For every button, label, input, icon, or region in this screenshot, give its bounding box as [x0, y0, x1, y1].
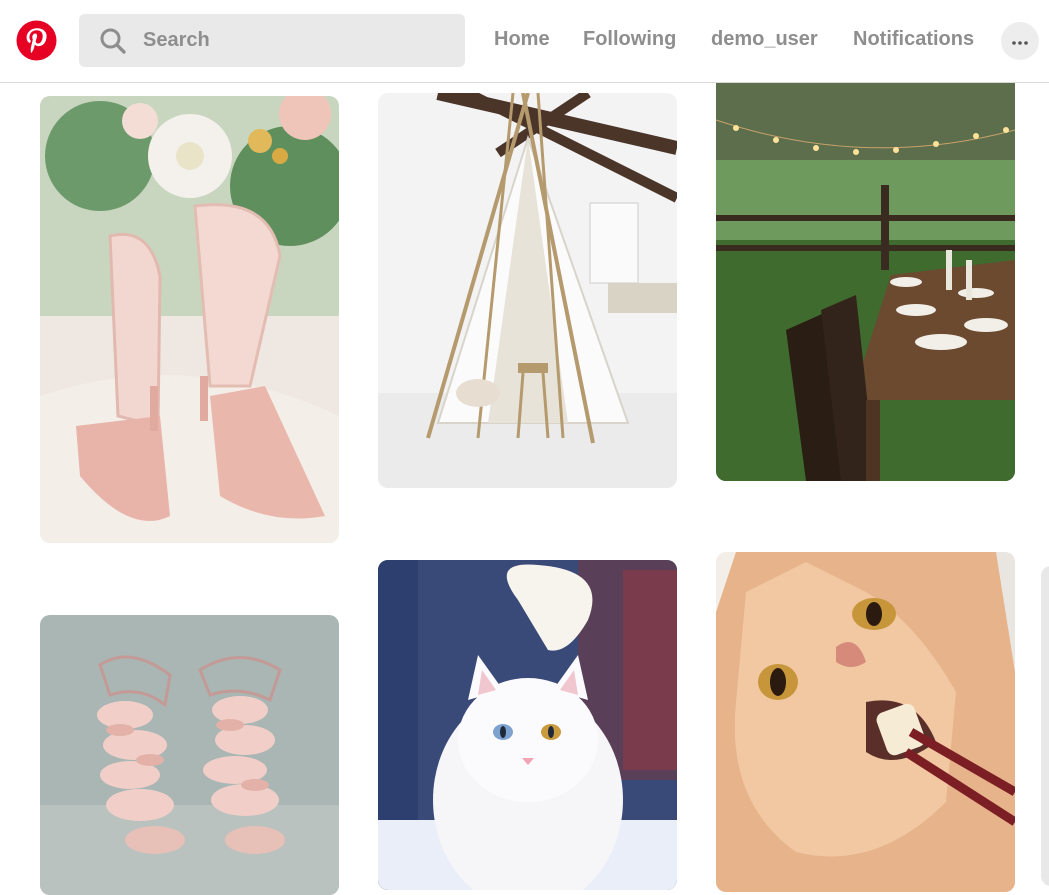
pin-image	[40, 96, 339, 543]
search-input[interactable]	[143, 24, 443, 57]
pin-card-white-cat[interactable]	[378, 560, 677, 890]
pin-card-outdoor-dinner[interactable]	[716, 60, 1015, 481]
pin-image	[716, 60, 1015, 481]
nav-home-link[interactable]: Home	[494, 28, 550, 51]
pin-card-heels[interactable]	[40, 96, 339, 543]
search-icon	[99, 27, 127, 55]
nav-profile-link[interactable]: demo_user	[711, 28, 818, 51]
pin-card-teepee[interactable]	[378, 93, 677, 488]
pin-card-pink-sandals[interactable]	[40, 615, 339, 895]
pin-grid	[0, 0, 1049, 895]
pin-card-orange-cat[interactable]	[716, 552, 1015, 892]
ellipsis-icon	[1012, 32, 1028, 50]
pin-image	[716, 552, 1015, 892]
pin-image	[378, 560, 677, 890]
pinterest-logo-icon[interactable]	[16, 20, 57, 61]
pin-image	[378, 93, 677, 488]
top-nav-bar: Home Following demo_user Notifications	[0, 0, 1049, 83]
nav-following-link[interactable]: Following	[583, 28, 676, 51]
search-bar[interactable]	[79, 14, 465, 67]
pin-image	[40, 615, 339, 895]
more-options-button[interactable]	[1001, 22, 1039, 60]
pin-card-partial[interactable]	[1041, 566, 1049, 886]
nav-notifications-link[interactable]: Notifications	[853, 28, 974, 51]
